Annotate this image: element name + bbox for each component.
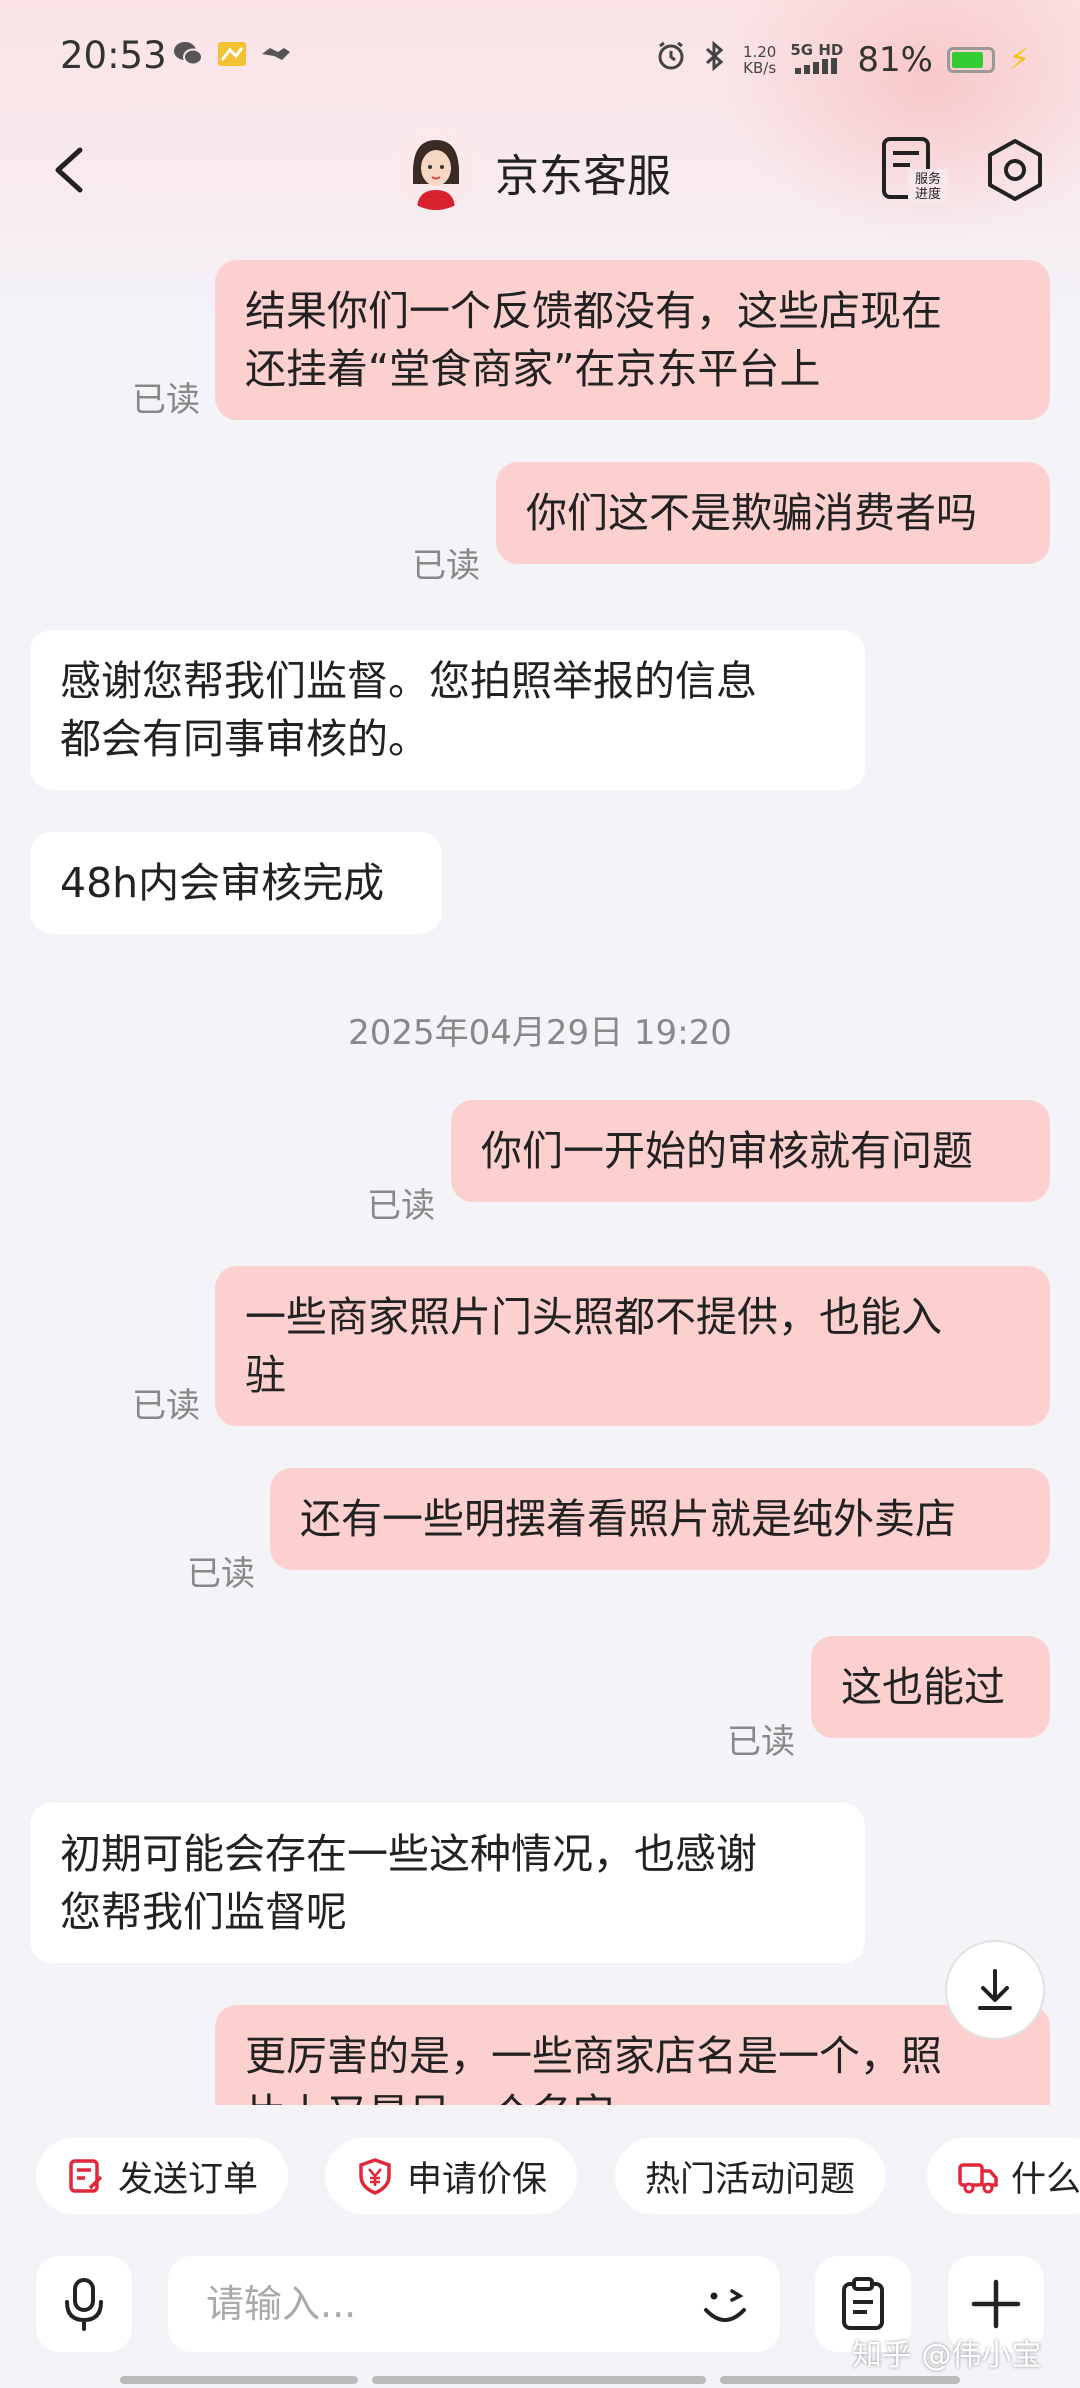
- more-question-chip[interactable]: 什么: [927, 2138, 1080, 2214]
- charging-icon: ⚡: [1008, 42, 1030, 77]
- settings-button[interactable]: [980, 135, 1050, 205]
- app-notification-icon: [216, 38, 248, 70]
- emoji-button[interactable]: [690, 2270, 760, 2340]
- status-bar: 20:53 1.20 KB/s 5G HD 81% ⚡: [0, 0, 1080, 110]
- agent-avatar-icon: [395, 128, 477, 210]
- message-timestamp: 2025年04月29日 19:20: [348, 1013, 732, 1053]
- watermark: 知乎 @伟小宝: [852, 2338, 1042, 2373]
- message-bubble-outgoing[interactable]: 结果你们一个反馈都没有，这些店现在 还挂着“堂食商家”在京东平台上: [215, 260, 1050, 420]
- nav-gesture-bar: [720, 2376, 960, 2384]
- nav-gesture-bar: [372, 2376, 706, 2384]
- signal-bars-icon: [794, 58, 837, 74]
- message-bubble-outgoing[interactable]: 这也能过: [811, 1636, 1050, 1738]
- message-bubble-outgoing[interactable]: 更厉害的是，一些商家店名是一个，照片上又是另一个名字: [215, 2005, 1050, 2105]
- emoji-wink-icon: [704, 2289, 746, 2322]
- hot-activity-chip[interactable]: 热门活动问题: [615, 2138, 886, 2214]
- page-title: 京东客服: [495, 151, 671, 202]
- message-bubble-outgoing[interactable]: 还有一些明摆着看照片就是纯外卖店: [270, 1468, 1050, 1570]
- input-placeholder: 请输入...: [206, 2282, 357, 2326]
- voice-button[interactable]: [36, 2256, 132, 2352]
- svg-text:进度: 进度: [915, 186, 941, 202]
- alarm-icon: [655, 38, 687, 81]
- battery-icon: [946, 46, 995, 73]
- read-receipt: 已读: [187, 1554, 255, 1594]
- read-receipt: 已读: [367, 1186, 435, 1226]
- chat-header: 京东客服 服务 进度: [0, 110, 1080, 230]
- plus-icon: [971, 2279, 1021, 2329]
- quick-actions-bar: 发送订单 申请价保 热门活动问题 什么: [0, 2138, 1080, 2222]
- message-bubble-incoming[interactable]: 48h内会审核完成: [30, 832, 442, 934]
- message-list[interactable]: 结果你们一个反馈都没有，这些店现在 还挂着“堂食商家”在京东平台上 已读 你们这不…: [0, 240, 1080, 2105]
- wechat-icon: [172, 38, 204, 70]
- battery-percent: 81%: [857, 39, 933, 80]
- read-receipt: 已读: [132, 1386, 200, 1426]
- handshake-icon: [260, 38, 292, 70]
- clipboard-icon: [842, 2277, 884, 2330]
- service-progress-icon: 服务 进度: [882, 137, 948, 203]
- message-bubble-incoming[interactable]: 初期可能会存在一些这种情况，也感谢 您帮我们监督呢: [30, 1803, 865, 1963]
- shield-yen-icon: [359, 2158, 391, 2195]
- status-time: 20:53: [60, 34, 167, 77]
- nav-gesture-bar: [120, 2376, 358, 2384]
- message-bubble-outgoing[interactable]: 一些商家照片门头照都不提供，也能入驻: [215, 1266, 1050, 1426]
- read-receipt: 已读: [412, 546, 480, 586]
- notification-icons: [172, 38, 292, 70]
- chip-label: 发送订单: [118, 2159, 259, 2200]
- arrow-down-icon: [978, 1969, 1012, 2010]
- delivery-truck-icon: [958, 2163, 998, 2194]
- scroll-to-bottom-button[interactable]: [945, 1940, 1045, 2040]
- message-bubble-outgoing[interactable]: 你们这不是欺骗消费者吗: [496, 462, 1050, 564]
- battery-fill: [951, 51, 983, 68]
- message-bubble-outgoing[interactable]: 你们一开始的审核就有问题: [451, 1100, 1050, 1202]
- bluetooth-icon: [701, 38, 729, 81]
- gear-icon: [988, 139, 1042, 201]
- read-receipt: 已读: [727, 1722, 795, 1762]
- order-edit-icon: [69, 2159, 103, 2193]
- message-bubble-incoming[interactable]: 感谢您帮我们监督。您拍照举报的信息 都会有同事审核的。: [30, 630, 865, 790]
- service-progress-button[interactable]: 服务 进度: [880, 135, 950, 205]
- signal-indicator: 5G HD: [790, 42, 843, 77]
- chip-label: 什么: [1011, 2159, 1080, 2200]
- price-protection-chip[interactable]: 申请价保: [325, 2138, 578, 2214]
- net-speed: 1.20 KB/s: [742, 42, 777, 77]
- send-order-chip[interactable]: 发送订单: [36, 2138, 289, 2214]
- svg-text:服务: 服务: [915, 171, 941, 187]
- status-right: 1.20 KB/s 5G HD 81% ⚡: [655, 38, 1030, 81]
- microphone-icon: [65, 2278, 103, 2331]
- chip-label: 热门活动问题: [645, 2159, 856, 2200]
- message-input[interactable]: 请输入...: [168, 2256, 780, 2352]
- chip-label: 申请价保: [407, 2159, 548, 2200]
- read-receipt: 已读: [132, 380, 200, 420]
- avatar[interactable]: [395, 128, 477, 210]
- back-button[interactable]: [40, 130, 100, 210]
- chevron-left-icon: [55, 147, 83, 193]
